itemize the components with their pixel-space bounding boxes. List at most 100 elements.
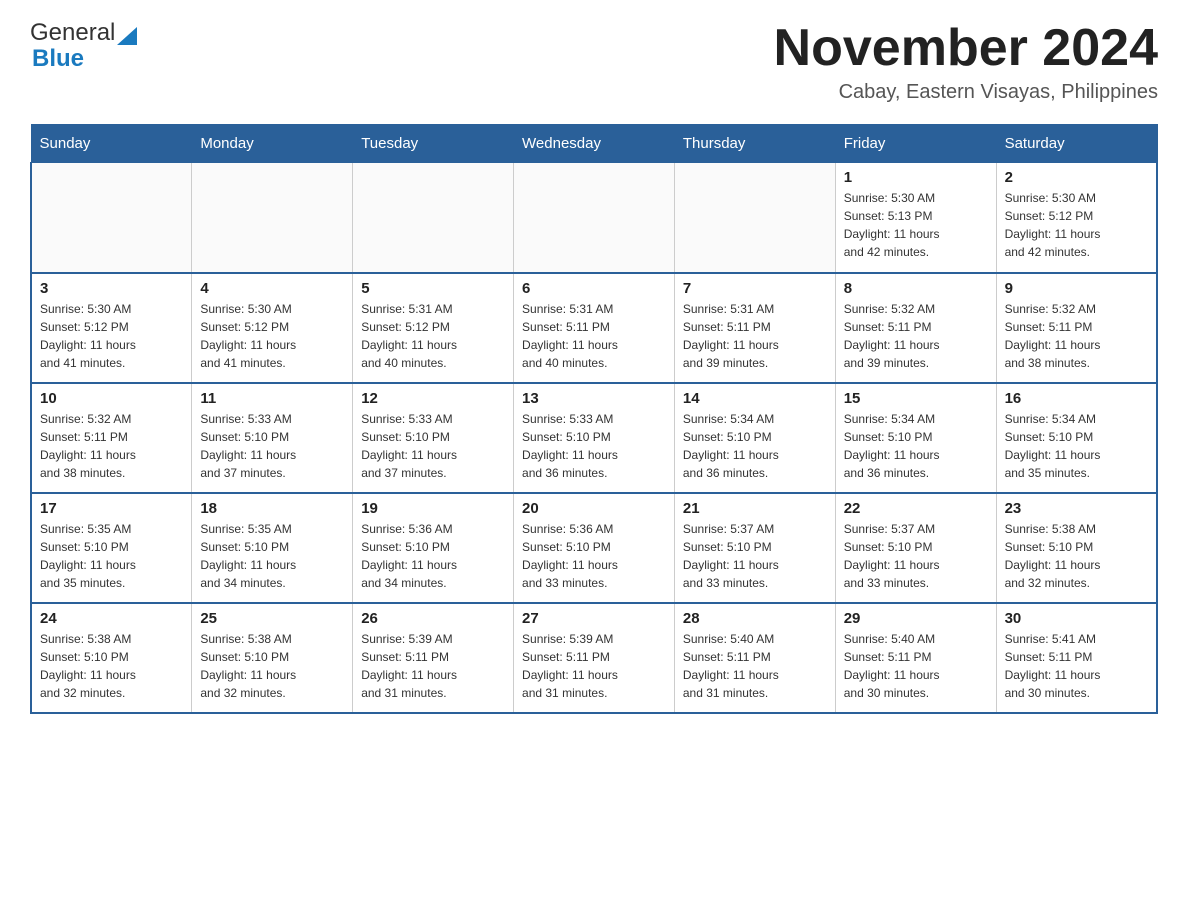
table-row: 11 Sunrise: 5:33 AM Sunset: 5:10 PM Dayli… xyxy=(192,383,353,493)
table-row: 3 Sunrise: 5:30 AM Sunset: 5:12 PM Daylig… xyxy=(31,273,192,383)
title-area: November 2024 Cabay, Eastern Visayas, Ph… xyxy=(774,20,1158,104)
table-row: 6Sunrise: 5:31 AM Sunset: 5:11 PM Daylig… xyxy=(514,273,675,383)
day-header-wednesday: Wednesday xyxy=(514,125,675,163)
day-number: 19 xyxy=(361,500,505,517)
day-number: 17 xyxy=(40,500,183,517)
day-number: 1 xyxy=(844,169,988,186)
day-number: 29 xyxy=(844,610,988,627)
day-info: Sunrise: 5:34 AM Sunset: 5:10 PM Dayligh… xyxy=(844,410,988,482)
day-number: 18 xyxy=(200,500,344,517)
table-row: 1 Sunrise: 5:30 AM Sunset: 5:13 PM Daylig… xyxy=(835,163,996,273)
day-info: Sunrise: 5:30 AM Sunset: 5:12 PM Dayligh… xyxy=(200,300,344,372)
day-number: 12 xyxy=(361,390,505,407)
table-row: 18Sunrise: 5:35 AM Sunset: 5:10 PM Dayli… xyxy=(192,493,353,603)
table-row: 26 Sunrise: 5:39 AM Sunset: 5:11 PM Dayli… xyxy=(353,603,514,713)
day-header-friday: Friday xyxy=(835,125,996,163)
table-row: 19 Sunrise: 5:36 AM Sunset: 5:10 PM Dayli… xyxy=(353,493,514,603)
table-row: 4 Sunrise: 5:30 AM Sunset: 5:12 PM Daylig… xyxy=(192,273,353,383)
day-header-tuesday: Tuesday xyxy=(353,125,514,163)
logo-blue-text: Blue xyxy=(32,46,137,72)
day-info: Sunrise: 5:30 AM Sunset: 5:12 PM Dayligh… xyxy=(1005,189,1148,261)
table-row: 29 Sunrise: 5:40 AM Sunset: 5:11 PM Dayli… xyxy=(835,603,996,713)
page-header: General Blue November 2024 Cabay, Easter… xyxy=(30,20,1158,104)
day-info: Sunrise: 5:39 AM Sunset: 5:11 PM Dayligh… xyxy=(361,630,505,702)
day-header-thursday: Thursday xyxy=(674,125,835,163)
day-number: 8 xyxy=(844,280,988,297)
table-row: 25 Sunrise: 5:38 AM Sunset: 5:10 PM Dayli… xyxy=(192,603,353,713)
calendar-week-row: 24 Sunrise: 5:38 AM Sunset: 5:10 PM Dayli… xyxy=(31,603,1157,713)
table-row xyxy=(192,163,353,273)
table-row: 13 Sunrise: 5:33 AM Sunset: 5:10 PM Dayli… xyxy=(514,383,675,493)
calendar-week-row: 17 Sunrise: 5:35 AM Sunset: 5:10 PM Dayli… xyxy=(31,493,1157,603)
day-number: 7 xyxy=(683,280,827,297)
table-row: 9Sunrise: 5:32 AM Sunset: 5:11 PM Daylig… xyxy=(996,273,1157,383)
day-number: 21 xyxy=(683,500,827,517)
day-number: 2 xyxy=(1005,169,1148,186)
table-row: 17 Sunrise: 5:35 AM Sunset: 5:10 PM Dayli… xyxy=(31,493,192,603)
day-info: Sunrise: 5:31 AM Sunset: 5:12 PM Dayligh… xyxy=(361,300,505,372)
day-number: 6 xyxy=(522,280,666,297)
day-header-saturday: Saturday xyxy=(996,125,1157,163)
day-info: Sunrise: 5:30 AM Sunset: 5:12 PM Dayligh… xyxy=(40,300,183,372)
day-info: Sunrise: 5:35 AM Sunset: 5:10 PM Dayligh… xyxy=(40,520,183,592)
table-row: 27Sunrise: 5:39 AM Sunset: 5:11 PM Dayli… xyxy=(514,603,675,713)
table-row: 30Sunrise: 5:41 AM Sunset: 5:11 PM Dayli… xyxy=(996,603,1157,713)
day-header-monday: Monday xyxy=(192,125,353,163)
logo-triangle-icon xyxy=(117,23,137,45)
table-row xyxy=(514,163,675,273)
day-number: 16 xyxy=(1005,390,1148,407)
day-number: 30 xyxy=(1005,610,1148,627)
day-info: Sunrise: 5:37 AM Sunset: 5:10 PM Dayligh… xyxy=(844,520,988,592)
logo-general-text: General xyxy=(30,20,115,46)
day-number: 14 xyxy=(683,390,827,407)
day-info: Sunrise: 5:30 AM Sunset: 5:13 PM Dayligh… xyxy=(844,189,988,261)
day-info: Sunrise: 5:33 AM Sunset: 5:10 PM Dayligh… xyxy=(361,410,505,482)
day-info: Sunrise: 5:38 AM Sunset: 5:10 PM Dayligh… xyxy=(40,630,183,702)
table-row: 5 Sunrise: 5:31 AM Sunset: 5:12 PM Daylig… xyxy=(353,273,514,383)
day-info: Sunrise: 5:37 AM Sunset: 5:10 PM Dayligh… xyxy=(683,520,827,592)
table-row: 10Sunrise: 5:32 AM Sunset: 5:11 PM Dayli… xyxy=(31,383,192,493)
table-row: 15Sunrise: 5:34 AM Sunset: 5:10 PM Dayli… xyxy=(835,383,996,493)
day-info: Sunrise: 5:32 AM Sunset: 5:11 PM Dayligh… xyxy=(1005,300,1148,372)
day-info: Sunrise: 5:38 AM Sunset: 5:10 PM Dayligh… xyxy=(200,630,344,702)
table-row: 16 Sunrise: 5:34 AM Sunset: 5:10 PM Dayli… xyxy=(996,383,1157,493)
day-number: 26 xyxy=(361,610,505,627)
day-info: Sunrise: 5:40 AM Sunset: 5:11 PM Dayligh… xyxy=(683,630,827,702)
day-number: 3 xyxy=(40,280,183,297)
table-row: 21 Sunrise: 5:37 AM Sunset: 5:10 PM Dayli… xyxy=(674,493,835,603)
table-row xyxy=(353,163,514,273)
day-info: Sunrise: 5:38 AM Sunset: 5:10 PM Dayligh… xyxy=(1005,520,1148,592)
day-number: 13 xyxy=(522,390,666,407)
day-info: Sunrise: 5:31 AM Sunset: 5:11 PM Dayligh… xyxy=(683,300,827,372)
table-row: 2 Sunrise: 5:30 AM Sunset: 5:12 PM Daylig… xyxy=(996,163,1157,273)
table-row: 23 Sunrise: 5:38 AM Sunset: 5:10 PM Dayli… xyxy=(996,493,1157,603)
calendar-header-row: SundayMondayTuesdayWednesdayThursdayFrid… xyxy=(31,125,1157,163)
day-info: Sunrise: 5:34 AM Sunset: 5:10 PM Dayligh… xyxy=(683,410,827,482)
table-row: 7 Sunrise: 5:31 AM Sunset: 5:11 PM Daylig… xyxy=(674,273,835,383)
page-subtitle: Cabay, Eastern Visayas, Philippines xyxy=(774,81,1158,104)
day-number: 24 xyxy=(40,610,183,627)
day-number: 25 xyxy=(200,610,344,627)
day-info: Sunrise: 5:39 AM Sunset: 5:11 PM Dayligh… xyxy=(522,630,666,702)
day-number: 11 xyxy=(200,390,344,407)
day-info: Sunrise: 5:40 AM Sunset: 5:11 PM Dayligh… xyxy=(844,630,988,702)
day-info: Sunrise: 5:34 AM Sunset: 5:10 PM Dayligh… xyxy=(1005,410,1148,482)
table-row: 14 Sunrise: 5:34 AM Sunset: 5:10 PM Dayli… xyxy=(674,383,835,493)
table-row xyxy=(31,163,192,273)
table-row: 24 Sunrise: 5:38 AM Sunset: 5:10 PM Dayli… xyxy=(31,603,192,713)
day-number: 4 xyxy=(200,280,344,297)
table-row: 8 Sunrise: 5:32 AM Sunset: 5:11 PM Daylig… xyxy=(835,273,996,383)
day-number: 22 xyxy=(844,500,988,517)
table-row: 12 Sunrise: 5:33 AM Sunset: 5:10 PM Dayli… xyxy=(353,383,514,493)
day-info: Sunrise: 5:33 AM Sunset: 5:10 PM Dayligh… xyxy=(522,410,666,482)
day-number: 5 xyxy=(361,280,505,297)
day-info: Sunrise: 5:32 AM Sunset: 5:11 PM Dayligh… xyxy=(844,300,988,372)
table-row: 28Sunrise: 5:40 AM Sunset: 5:11 PM Dayli… xyxy=(674,603,835,713)
day-info: Sunrise: 5:32 AM Sunset: 5:11 PM Dayligh… xyxy=(40,410,183,482)
day-info: Sunrise: 5:36 AM Sunset: 5:10 PM Dayligh… xyxy=(361,520,505,592)
calendar-week-row: 3 Sunrise: 5:30 AM Sunset: 5:12 PM Daylig… xyxy=(31,273,1157,383)
calendar-table: SundayMondayTuesdayWednesdayThursdayFrid… xyxy=(30,124,1158,714)
day-number: 23 xyxy=(1005,500,1148,517)
table-row xyxy=(674,163,835,273)
day-info: Sunrise: 5:33 AM Sunset: 5:10 PM Dayligh… xyxy=(200,410,344,482)
